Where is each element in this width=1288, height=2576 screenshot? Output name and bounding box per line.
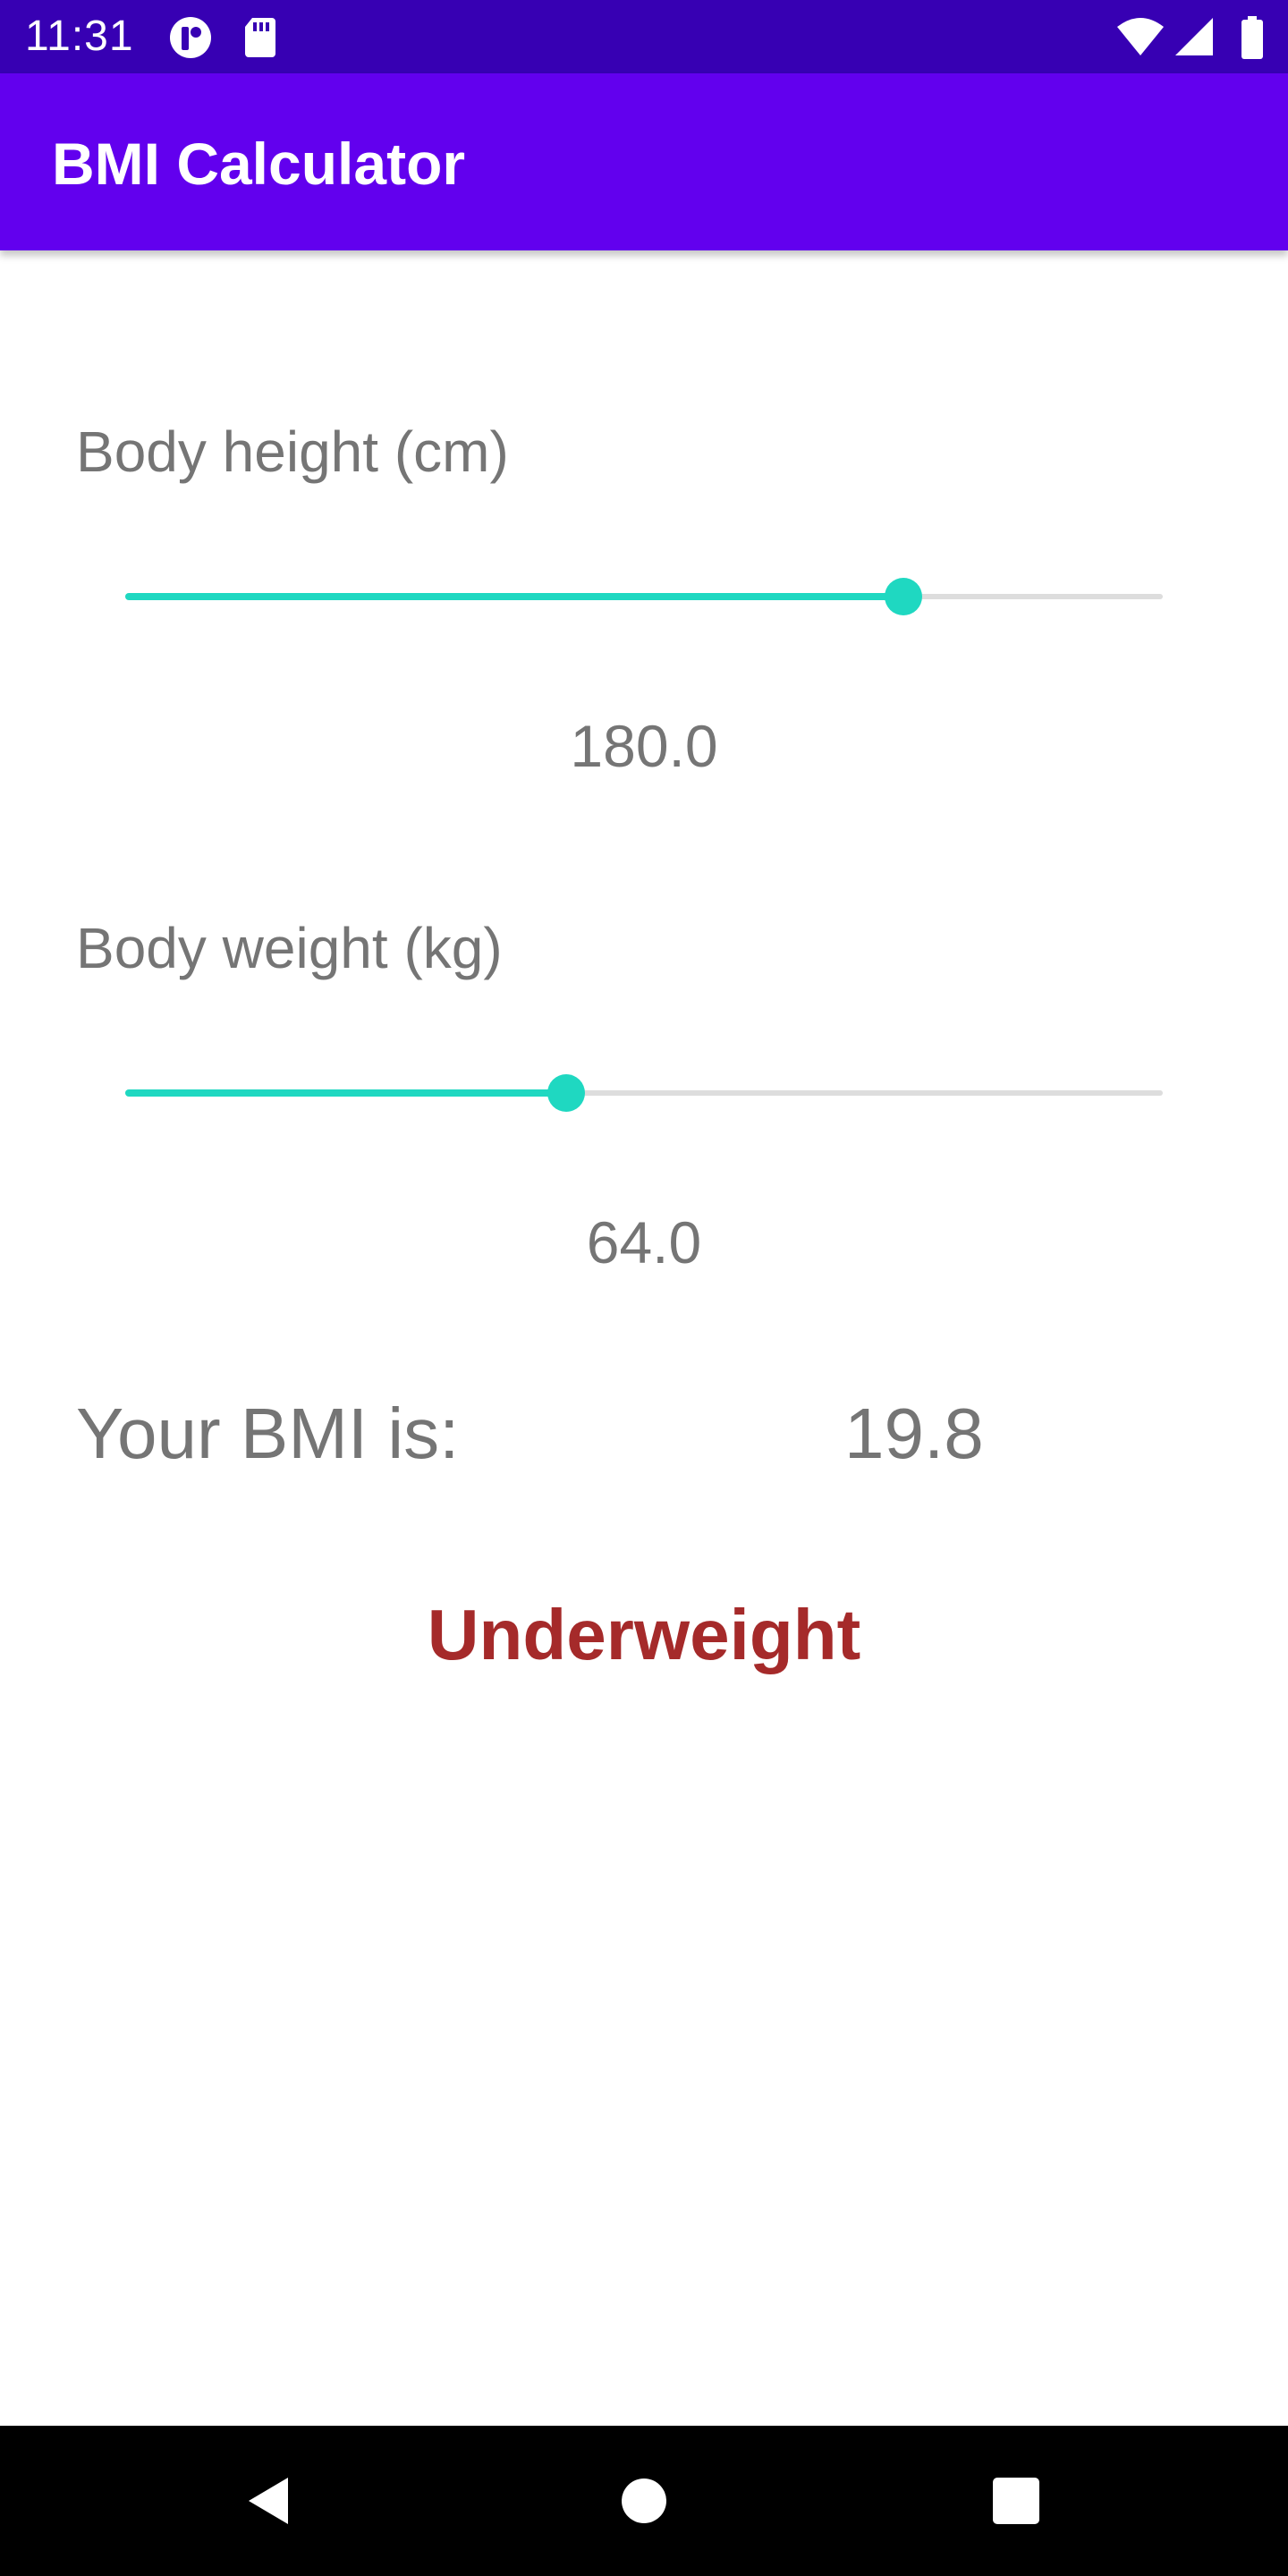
bmi-label: Your BMI is:: [76, 1394, 460, 1473]
app-notification-icon: [170, 17, 211, 58]
height-slider-active-track: [125, 593, 903, 600]
home-icon[interactable]: [617, 2474, 671, 2528]
battery-icon: [1241, 16, 1263, 59]
weight-slider-active-track: [125, 1089, 566, 1097]
height-slider-thumb[interactable]: [885, 578, 922, 615]
weight-label: Body weight (kg): [76, 916, 503, 980]
weight-slider-thumb[interactable]: [547, 1074, 585, 1112]
height-value: 180.0: [570, 713, 718, 779]
status-time: 11:31: [25, 13, 134, 60]
bmi-calculator-screen: 11:31 BMI Calculator Body height (cm) 18…: [0, 0, 1288, 2576]
recents-icon[interactable]: [989, 2474, 1043, 2528]
height-label: Body height (cm): [76, 419, 509, 484]
navigation-bar: [0, 2426, 1288, 2576]
weight-value: 64.0: [586, 1209, 702, 1275]
sd-card-icon: [245, 18, 275, 57]
status-bar: 11:31: [0, 0, 1288, 73]
app-title: BMI Calculator: [52, 131, 466, 197]
weight-slider[interactable]: [125, 1067, 1163, 1121]
app-bar: BMI Calculator: [0, 73, 1288, 250]
height-slider[interactable]: [125, 571, 1163, 624]
bmi-category: Underweight: [427, 1595, 861, 1674]
cell-signal-icon: [1175, 18, 1213, 55]
bmi-value: 19.8: [844, 1394, 984, 1473]
wifi-icon: [1117, 18, 1164, 55]
back-icon[interactable]: [242, 2474, 295, 2528]
